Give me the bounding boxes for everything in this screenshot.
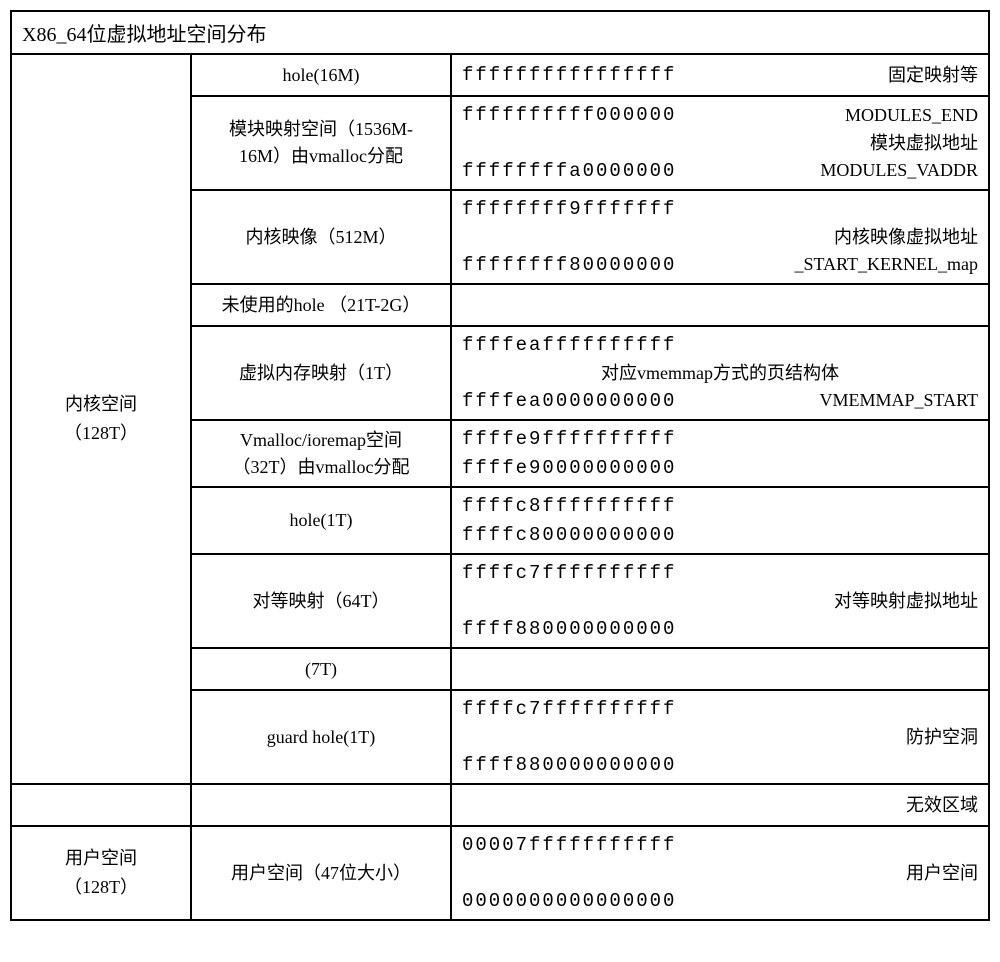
address-value: ffffffffffffffff bbox=[462, 61, 676, 90]
address-note: VMEMMAP_START bbox=[819, 387, 978, 414]
region-detail: ffffeaffffffffff对应vmemmap方式的页结构体ffffea00… bbox=[452, 327, 988, 419]
address-note: 模块虚拟地址 bbox=[870, 130, 978, 157]
address-value: ffff880000000000 bbox=[462, 615, 676, 644]
table-row: hole(1T)ffffc8ffffffffffffffc80000000000 bbox=[192, 488, 988, 555]
table-row: 内核映像（512M）ffffffff9fffffff内核映像虚拟地址ffffff… bbox=[192, 191, 988, 285]
address-value: ffffeaffffffffff bbox=[462, 331, 676, 360]
region-detail bbox=[452, 285, 988, 325]
invalid-section: 无效区域 bbox=[12, 785, 988, 827]
region-label: hole(16M) bbox=[192, 55, 452, 95]
region-detail: ffffffffffffffff 固定映射等 bbox=[452, 55, 988, 95]
table-row: (7T) bbox=[192, 649, 988, 691]
address-value: 00007fffffffffff bbox=[462, 831, 676, 860]
address-note: 固定映射等 bbox=[888, 62, 978, 89]
address-value: ffffc8ffffffffff bbox=[462, 492, 676, 521]
address-value: ffff880000000000 bbox=[462, 751, 676, 780]
region-label: 模块映射空间（1536M-16M）由vmalloc分配 bbox=[192, 97, 452, 189]
region-detail: ffffc7ffffffffff 防护空洞 ffff880000000000 bbox=[452, 691, 988, 783]
region-detail: ffffc8ffffffffffffffc80000000000 bbox=[452, 488, 988, 553]
address-note: 防护空洞 bbox=[906, 724, 978, 751]
invalid-mid bbox=[192, 785, 452, 825]
address-note: 用户空间 bbox=[906, 860, 978, 887]
address-value: 0000000000000000 bbox=[462, 887, 676, 916]
table-row: guard hole(1T) ffffc7ffffffffff 防护空洞 ffff88… bbox=[192, 691, 988, 783]
table-row: 虚拟内存映射（1T）ffffeaffffffffff对应vmemmap方式的页结… bbox=[192, 327, 988, 421]
region-label: Vmalloc/ioremap空间（32T）由vmalloc分配 bbox=[192, 421, 452, 486]
address-note: MODULES_END bbox=[845, 102, 978, 129]
kernel-section: 内核空间 （128T） hole(16M) ffffffffffffffff 固定映… bbox=[12, 55, 988, 785]
table-row: 模块映射空间（1536M-16M）由vmalloc分配ffffffffff000… bbox=[192, 97, 988, 191]
kernel-label: 内核空间 （128T） bbox=[12, 55, 192, 783]
region-label: 未使用的hole （21T-2G） bbox=[192, 285, 452, 325]
user-label: 用户空间 （128T） bbox=[12, 827, 192, 919]
user-section: 用户空间 （128T） 用户空间（47位大小） 00007fffffffffff… bbox=[12, 827, 988, 919]
region-detail: ffffe9ffffffffffffffe90000000000 bbox=[452, 421, 988, 486]
address-value: ffffffffff000000 bbox=[462, 101, 676, 130]
address-note: _START_KERNEL_map bbox=[795, 251, 978, 278]
address-value: ffffc80000000000 bbox=[462, 521, 676, 550]
region-label: 虚拟内存映射（1T） bbox=[192, 327, 452, 419]
address-value: ffffe9ffffffffff bbox=[462, 425, 676, 454]
address-value: ffffe90000000000 bbox=[462, 454, 676, 483]
invalid-note: 无效区域 bbox=[906, 792, 978, 819]
region-label: (7T) bbox=[192, 649, 452, 689]
region-detail: ffffc7ffffffffff 对等映射虚拟地址 ffff880000000000 bbox=[452, 555, 988, 647]
table-row: 对等映射（64T） ffffc7ffffffffff 对等映射虚拟地址 ffff880… bbox=[192, 555, 988, 649]
table-row: hole(16M) ffffffffffffffff 固定映射等 bbox=[192, 55, 988, 97]
user-detail: 00007fffffffffff 用户空间 0000000000000000 bbox=[452, 827, 988, 919]
address-space-table: X86_64位虚拟地址空间分布 内核空间 （128T） hole(16M)fff… bbox=[10, 10, 990, 921]
address-note: 内核映像虚拟地址 bbox=[834, 224, 978, 251]
center-note: 对应vmemmap方式的页结构体 bbox=[462, 360, 978, 387]
region-detail: ffffffff9fffffff 内核映像虚拟地址 ffffffff80000000… bbox=[452, 191, 988, 283]
kernel-rows: hole(16M) ffffffffffffffff 固定映射等模块映射空间（153… bbox=[192, 55, 988, 783]
address-value: ffffffff9fffffff bbox=[462, 195, 676, 224]
address-note: MODULES_VADDR bbox=[820, 157, 978, 184]
user-mid: 用户空间（47位大小） bbox=[192, 827, 452, 919]
region-label: 内核映像（512M） bbox=[192, 191, 452, 283]
invalid-left bbox=[12, 785, 192, 825]
table-row: Vmalloc/ioremap空间（32T）由vmalloc分配ffffe9ff… bbox=[192, 421, 988, 488]
address-value: ffffffffa0000000 bbox=[462, 157, 676, 186]
region-label: 对等映射（64T） bbox=[192, 555, 452, 647]
table-row: 未使用的hole （21T-2G） bbox=[192, 285, 988, 327]
region-detail bbox=[452, 649, 988, 689]
region-label: guard hole(1T) bbox=[192, 691, 452, 783]
address-note: 对等映射虚拟地址 bbox=[834, 588, 978, 615]
table-title: X86_64位虚拟地址空间分布 bbox=[12, 12, 988, 55]
address-value: ffffc7ffffffffff bbox=[462, 559, 676, 588]
address-value: ffffffff80000000 bbox=[462, 251, 676, 280]
address-value: ffffc7ffffffffff bbox=[462, 695, 676, 724]
region-label: hole(1T) bbox=[192, 488, 452, 553]
address-value: ffffea0000000000 bbox=[462, 387, 676, 416]
region-detail: ffffffffff000000 MODULES_END模块虚拟地址 fffffff… bbox=[452, 97, 988, 189]
